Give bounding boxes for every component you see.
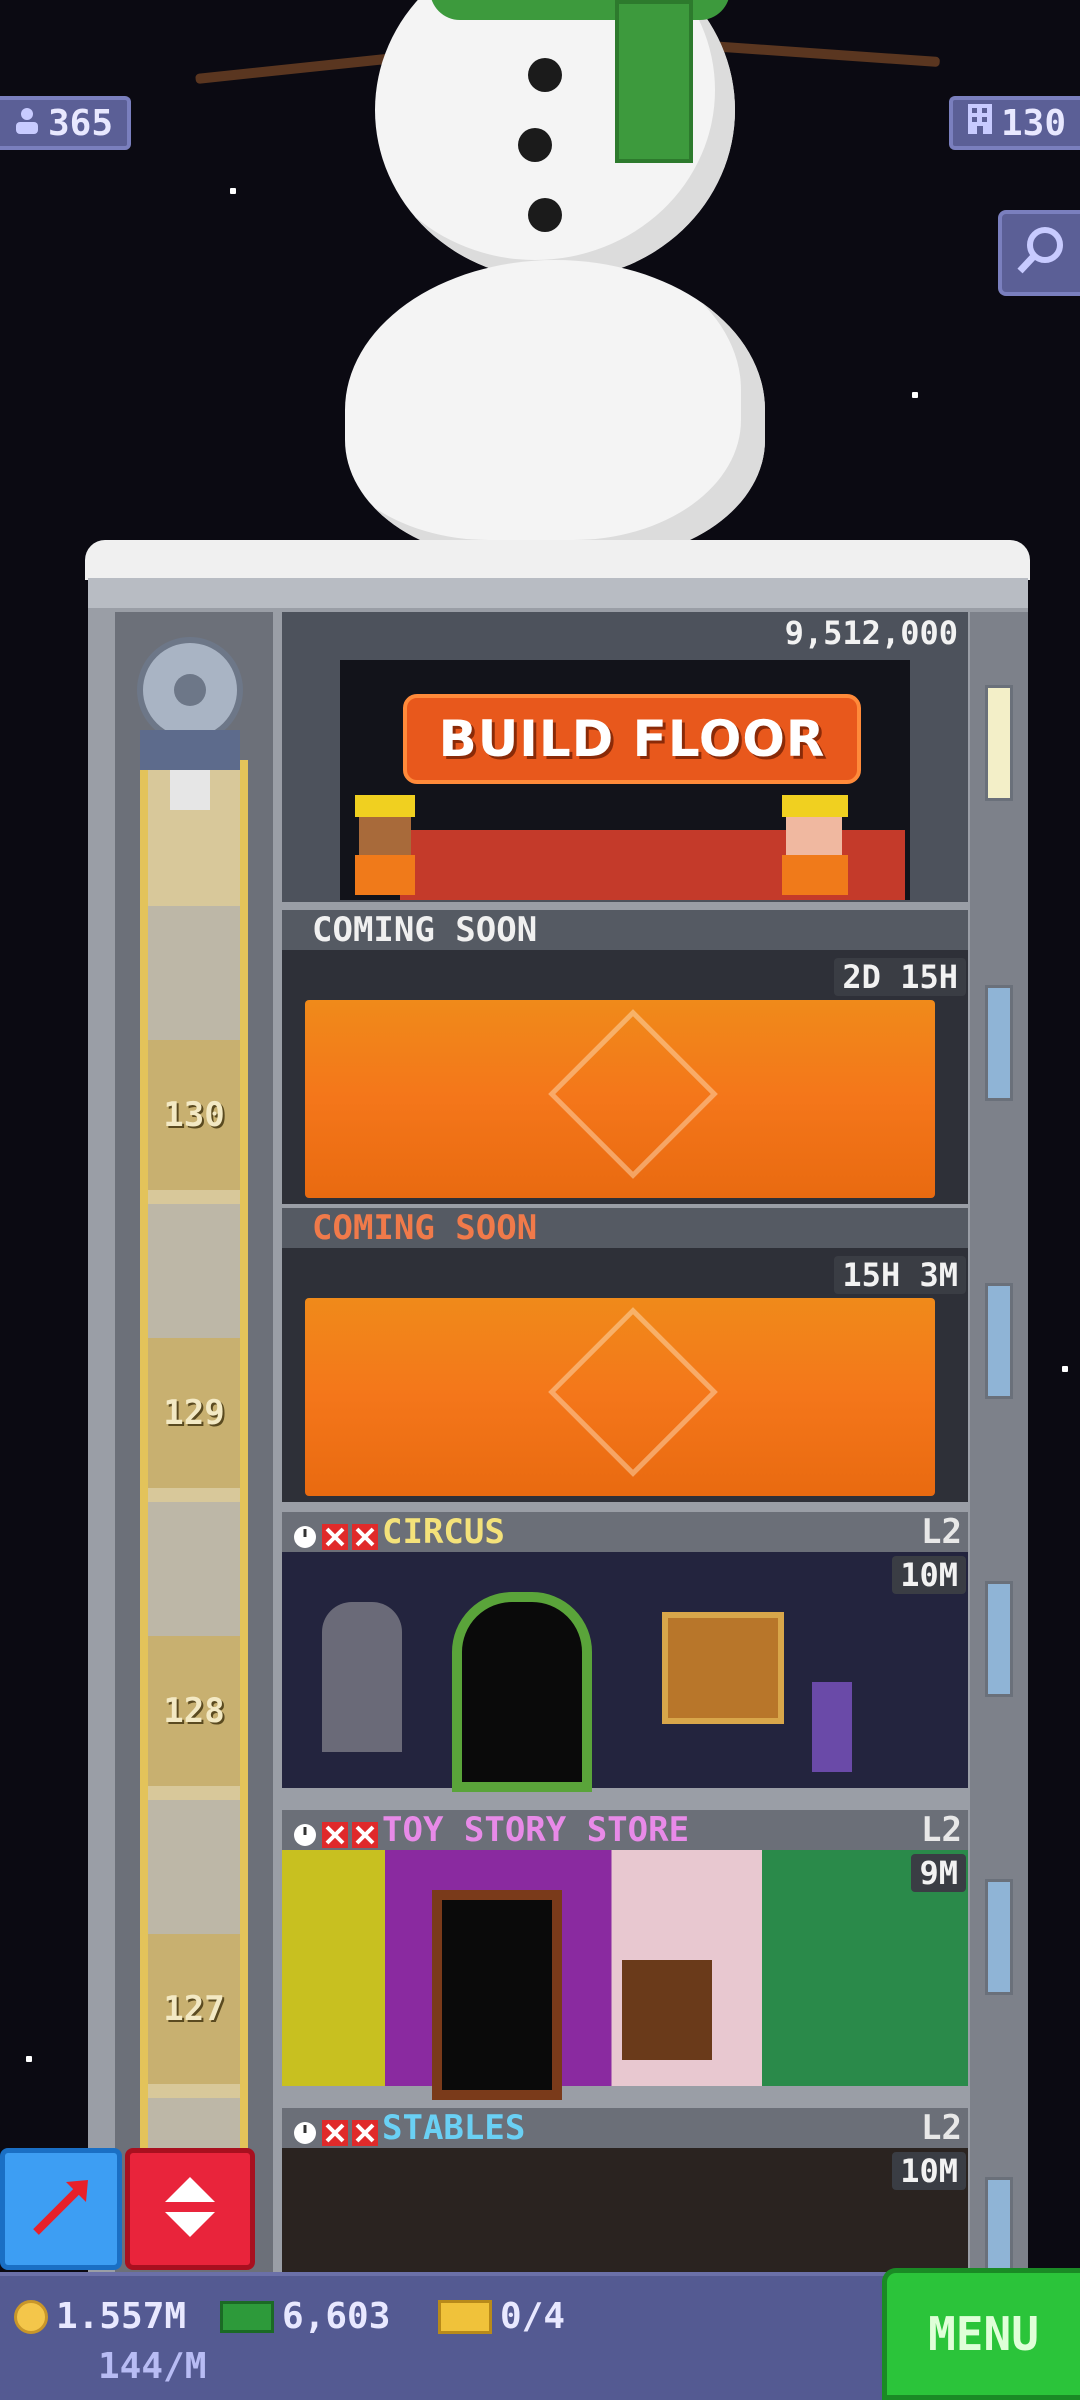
floor-room-127[interactable] (282, 1850, 968, 2100)
zoom-button[interactable] (998, 210, 1080, 296)
snowman-button (528, 58, 562, 92)
coin-rate-value: 144/M (98, 2346, 207, 2387)
floor-name: STABLES (382, 2108, 526, 2148)
construction-sign-icon (548, 1307, 718, 1477)
floor-timer: 10M (892, 2152, 966, 2190)
snowman-body (345, 260, 765, 560)
floor-name: COMING SOON (312, 910, 538, 950)
star (1062, 1366, 1068, 1372)
tower-window (985, 1581, 1013, 1697)
tower-window (985, 985, 1013, 1101)
shaft-segment (148, 1800, 240, 1950)
floor-room-stables[interactable] (282, 2148, 968, 2272)
floor-timer: 9M (911, 1854, 966, 1892)
tower-window (985, 685, 1013, 801)
shaft-segment (148, 1204, 240, 1354)
ticket-icon (438, 2299, 492, 2334)
floor-bar-stables[interactable]: STABLES L2 (282, 2108, 968, 2148)
x-icon (322, 1817, 348, 1848)
floor-bar-127[interactable]: TOY STORY STORE L2 (282, 1810, 968, 1850)
floor-room-128[interactable] (282, 1552, 968, 1792)
coins-value: 1.557M (56, 2296, 187, 2337)
floor-level: L2 (921, 1512, 962, 1552)
tickets-display[interactable]: 0/4 (438, 2296, 565, 2337)
population-badge[interactable]: 365 (0, 96, 132, 150)
star (230, 188, 236, 194)
floor-name: COMING SOON (312, 1208, 538, 1248)
tower-window (985, 1283, 1013, 1399)
build-cost: 9,512,000 (784, 614, 958, 652)
magnifier-icon (1015, 225, 1067, 281)
floor-count-value: 130 (1000, 102, 1066, 144)
store-doorway (432, 1890, 562, 2100)
floor-timer: 15H 3M (834, 1256, 966, 1294)
coin-rate: 144/M (98, 2346, 206, 2387)
clock-icon (292, 1519, 318, 1548)
x-icon (352, 1817, 378, 1848)
floor-bar-129[interactable]: COMING SOON (282, 1208, 968, 1248)
shaft-segment (148, 906, 240, 1056)
floor-number-129: 129 (163, 1393, 225, 1433)
toy-shelf (622, 1960, 712, 2060)
people-icon (14, 103, 40, 144)
snowman-button (528, 198, 562, 232)
coins-display: 1.557M (14, 2296, 186, 2337)
floor-name: TOY STORY STORE (382, 1810, 690, 1850)
x-icon (322, 2115, 348, 2146)
arrow-up-right-icon (26, 2172, 96, 2246)
menu-button[interactable]: MENU (882, 2268, 1080, 2400)
star (26, 2056, 32, 2062)
snowman-button (518, 128, 552, 162)
tower-roof (88, 578, 1028, 608)
shaft-segment (148, 1502, 240, 1652)
tower-right-column (970, 612, 1028, 2272)
floor-number-128: 128 (163, 1691, 225, 1731)
clock-icon (292, 2115, 318, 2144)
clock-icon (292, 1817, 318, 1846)
roof-snow (85, 540, 1030, 580)
tiger-poster (662, 1612, 784, 1724)
building-icon (967, 103, 993, 144)
tower-window (985, 1879, 1013, 1995)
floor-bar-130[interactable]: COMING SOON (282, 910, 968, 950)
tickets-value: 0/4 (500, 2296, 566, 2337)
floor-timer: 10M (892, 1556, 966, 1594)
floor-timer: 2D 15H (834, 958, 966, 996)
bux-value: 6,603 (282, 2296, 391, 2337)
up-down-arrows-icon (160, 2172, 220, 2246)
bux-icon (220, 2300, 274, 2333)
construction-tarp (305, 1000, 935, 1198)
floor-number-130: 130 (163, 1095, 225, 1135)
floor-level: L2 (921, 1810, 962, 1850)
elevator-car[interactable] (130, 630, 250, 820)
construction-worker (770, 795, 860, 895)
x-icon (352, 2115, 378, 2146)
floor-level: L2 (921, 2108, 962, 2148)
floor-count-badge[interactable]: 130 (948, 96, 1080, 150)
floor-number-127: 127 (163, 1989, 225, 2029)
x-icon (352, 1519, 378, 1550)
build-floor-button[interactable]: BUILD FLOOR (403, 694, 861, 784)
raise-floor-button[interactable] (0, 2148, 122, 2270)
elevator-button[interactable] (125, 2148, 255, 2270)
visitor (812, 1682, 852, 1772)
star (912, 392, 918, 398)
construction-tarp (305, 1298, 935, 1496)
construction-worker (345, 795, 425, 895)
snowman-scarf-tail (615, 0, 693, 163)
elephant-statue (322, 1602, 402, 1752)
population-value: 365 (48, 102, 114, 144)
floor-name: CIRCUS (382, 1512, 505, 1552)
circus-archway (452, 1592, 592, 1792)
floor-bar-128[interactable]: CIRCUS L2 (282, 1512, 968, 1552)
coin-icon (14, 2299, 48, 2334)
x-icon (322, 1519, 348, 1550)
construction-sign-icon (548, 1009, 718, 1179)
bux-display[interactable]: 6,603 (220, 2296, 390, 2337)
